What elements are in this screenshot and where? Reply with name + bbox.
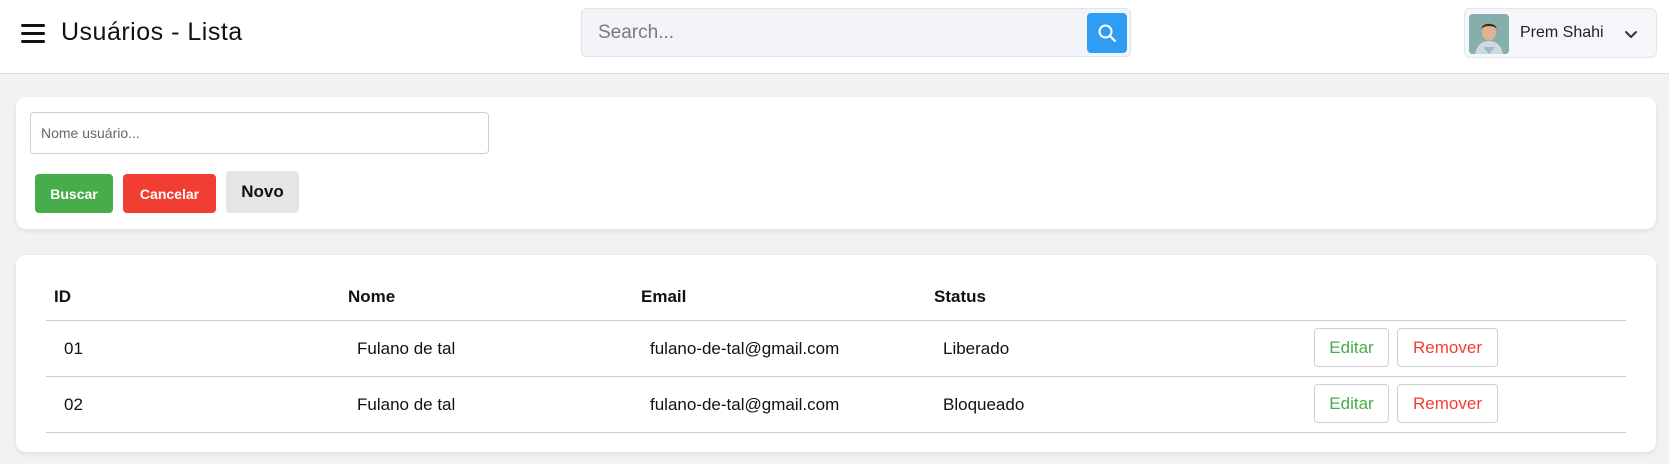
column-header-status: Status [934, 287, 986, 306]
search-bar [581, 8, 1131, 57]
user-menu[interactable]: Prem Shahi [1464, 8, 1657, 58]
menu-icon[interactable] [21, 23, 45, 43]
new-user-button[interactable]: Novo [226, 171, 299, 213]
chevron-down-icon [1625, 31, 1637, 38]
cell-email: fulano-de-tal@gmail.com [650, 339, 840, 358]
search-users-button[interactable]: Buscar [35, 174, 113, 213]
cell-email: fulano-de-tal@gmail.com [650, 395, 840, 414]
top-bar: Usuários - Lista Prem Shahi [0, 0, 1669, 74]
cell-nome: Fulano de tal [357, 395, 456, 414]
cancel-button[interactable]: Cancelar [123, 174, 216, 213]
table-row: 02 Fulano de tal fulano-de-tal@gmail.com… [46, 377, 1626, 433]
edit-button[interactable]: Editar [1314, 328, 1389, 367]
cell-id: 01 [64, 339, 83, 358]
user-name: Prem Shahi [1520, 24, 1604, 41]
remove-button[interactable]: Remover [1397, 328, 1498, 367]
user-name-filter-input[interactable] [30, 112, 489, 154]
search-button[interactable] [1087, 13, 1127, 53]
table-row: 01 Fulano de tal fulano-de-tal@gmail.com… [46, 321, 1626, 377]
table-header: ID Nome Email Status [46, 255, 1626, 321]
cell-status: Bloqueado [943, 395, 1025, 414]
cell-id: 02 [64, 395, 83, 414]
edit-button[interactable]: Editar [1314, 384, 1389, 423]
filter-card: Buscar Cancelar Novo [16, 97, 1656, 229]
cell-status: Liberado [943, 339, 1010, 358]
column-header-nome: Nome [348, 287, 396, 306]
column-header-id: ID [54, 287, 71, 306]
column-header-email: Email [641, 287, 687, 306]
page-title: Usuários - Lista [61, 18, 243, 46]
search-icon [1098, 24, 1117, 43]
search-input[interactable] [582, 9, 1082, 56]
users-table: ID Nome Email Status 01 Fulano de tal fu… [46, 255, 1626, 433]
avatar [1469, 14, 1509, 54]
remove-button[interactable]: Remover [1397, 384, 1498, 423]
users-table-card: ID Nome Email Status 01 Fulano de tal fu… [16, 255, 1656, 452]
cell-nome: Fulano de tal [357, 339, 456, 358]
